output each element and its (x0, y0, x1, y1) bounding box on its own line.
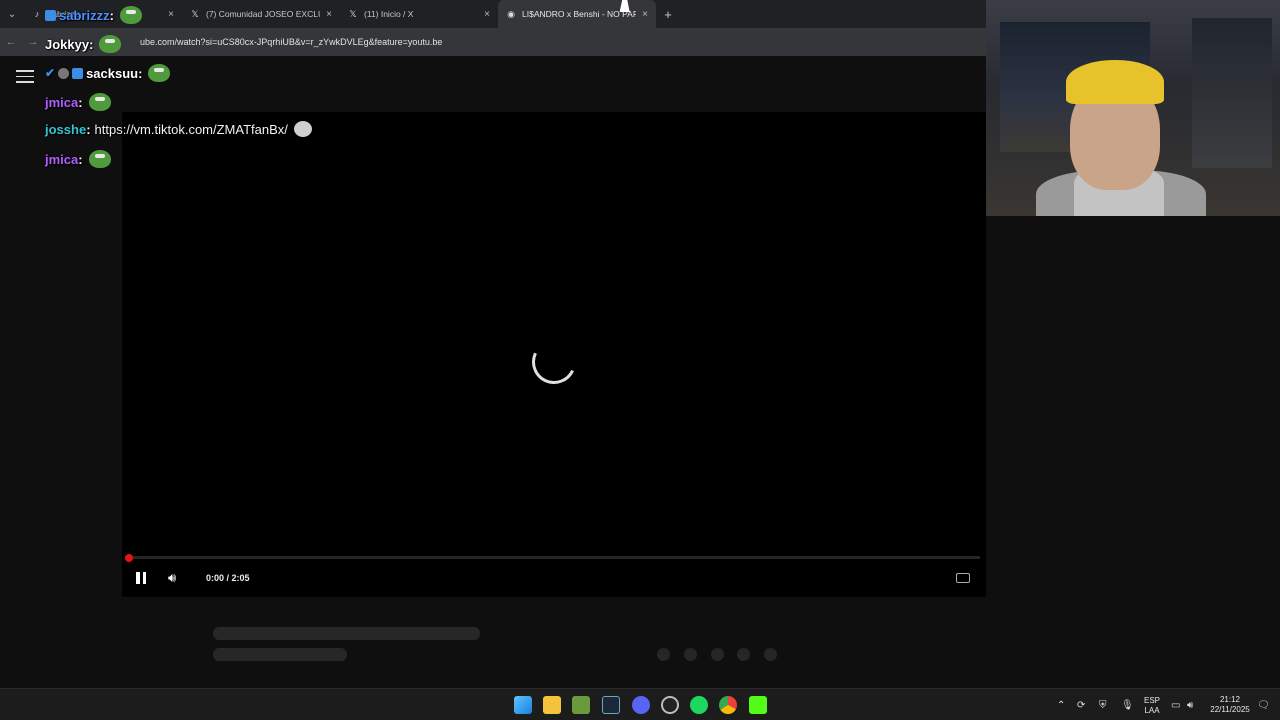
title-skeleton (213, 627, 480, 640)
pepe-emote-icon (119, 6, 142, 24)
x-logo-icon: 𝕏 (191, 9, 199, 19)
network-icon[interactable]: ▭ (1171, 689, 1180, 720)
chat-separator: : (109, 7, 114, 23)
sync-icon[interactable]: ⟳ (1077, 689, 1085, 720)
back-arrow-icon[interactable]: ← (0, 36, 22, 48)
volume-icon[interactable]: 🔊︎ (168, 568, 176, 588)
subtitle-skeleton (213, 648, 347, 661)
pepe-emote-icon (99, 35, 122, 53)
progress-bar[interactable] (128, 556, 980, 559)
window-background (1192, 18, 1272, 168)
chat-separator: : (89, 36, 94, 52)
tab-close-icon[interactable]: × (168, 9, 174, 20)
chat-message: jmica : (45, 93, 111, 111)
pepe-emote-icon (88, 150, 111, 168)
chat-message: ✔ sacksuu : (45, 64, 171, 82)
badge-icon (58, 67, 70, 79)
tab-comunidad-joseo[interactable]: 𝕏 (7) Comunidad JOSEO EXCLUSI × (182, 0, 340, 28)
chat-username: jmica (45, 94, 79, 110)
pepe-emote-icon (148, 64, 171, 82)
tab-youtube-active[interactable]: ◉ LI$ANDRO x Benshi - NO PARO × (498, 0, 656, 28)
action-skeleton (711, 648, 724, 661)
keyboard-layout: LAA (1144, 706, 1160, 715)
chat-username: jmica (45, 151, 79, 167)
empty-area (986, 216, 1280, 688)
chat-username: Jokkyy (45, 36, 90, 52)
file-explorer-icon[interactable] (543, 696, 561, 714)
steam-icon[interactable] (602, 696, 620, 714)
chat-separator: : (86, 121, 91, 137)
microphone-icon[interactable]: 🎙︎ (1121, 689, 1134, 720)
subtitles-icon[interactable] (956, 573, 970, 583)
tab-close-icon[interactable]: × (484, 9, 490, 20)
spotify-icon[interactable] (690, 696, 708, 714)
pepe-emote-icon (88, 93, 111, 111)
action-skeleton (684, 648, 697, 661)
tab-close-icon[interactable]: × (642, 9, 648, 20)
defender-icon[interactable]: ⛨ (1099, 689, 1107, 720)
pause-button[interactable] (136, 568, 150, 588)
chat-message-text[interactable]: https://vm.tiktok.com/ZMATfanBx/ (95, 122, 288, 137)
tab-search-chevron-icon[interactable]: ⌄ (0, 0, 24, 28)
chat-message: sabrizzz : (45, 6, 142, 24)
video-player[interactable]: 🔊︎ 0:00 / 2:05 (122, 112, 986, 597)
windows-taskbar: ⌃ ⟳ ⛨ 🎙︎ ESP LAA ▭ 🔊︎ 21:12 22/11/2025 🗨… (0, 688, 1280, 720)
minecraft-icon[interactable] (572, 696, 590, 714)
chat-username: josshe (45, 121, 87, 137)
browser-tab-strip: ⌄ ♪ sabrizzz × 𝕏 (7) Comunidad JOSEO EXC… (0, 0, 986, 28)
chat-separator: : (138, 65, 143, 81)
hamburger-menu-icon[interactable] (16, 70, 34, 87)
action-skeleton (657, 648, 670, 661)
webcam-overlay (986, 0, 1280, 216)
obs-icon[interactable] (661, 696, 679, 714)
notification-icon[interactable]: 🗨︎ (1257, 689, 1270, 720)
action-skeleton (737, 648, 750, 661)
chat-username: sacksuu (86, 65, 139, 81)
tiktok-icon: ♪ (34, 9, 40, 19)
forward-arrow-icon[interactable]: → (22, 36, 44, 48)
clock[interactable]: 21:12 22/11/2025 (1206, 695, 1254, 715)
language-code: ESP (1143, 696, 1160, 705)
verified-badge-icon: ✔ (45, 66, 56, 80)
chat-separator: : (78, 151, 83, 167)
time-display: 0:00 / 2:05 (206, 573, 250, 583)
x-logo-icon: 𝕏 (349, 9, 357, 19)
windows-start-icon[interactable] (514, 696, 532, 714)
chat-message: josshe : https://vm.tiktok.com/ZMATfanBx… (45, 121, 312, 137)
streamer-hat (1066, 60, 1164, 104)
action-skeleton (764, 648, 777, 661)
tab-close-icon[interactable]: × (326, 9, 332, 20)
new-tab-button[interactable]: + (656, 7, 680, 22)
emote-icon (293, 121, 312, 137)
chrome-icon[interactable] (719, 696, 737, 714)
language-indicator[interactable]: ESP LAA (1142, 696, 1162, 716)
tab-title: (11) Inicio / X (364, 9, 414, 19)
badge-icon (45, 9, 56, 21)
chat-username: sabrizzz (59, 7, 110, 23)
tray-expand-icon[interactable]: ⌃ (1057, 689, 1065, 720)
address-bar-row: ← → ube.com/watch?si=uCS80cx-JPqrhiUB&v=… (0, 28, 986, 56)
tab-inicio-x[interactable]: 𝕏 (11) Inicio / X × (340, 0, 498, 28)
loading-spinner-icon (525, 333, 583, 391)
youtube-icon: ◉ (507, 9, 515, 19)
clock-time: 21:12 (1219, 695, 1241, 704)
progress-scrubber[interactable] (125, 554, 133, 562)
chat-separator: : (78, 94, 83, 110)
chat-message: Jokkyy : (45, 35, 122, 53)
desktop-screen: ⌄ ♪ sabrizzz × 𝕏 (7) Comunidad JOSEO EXC… (0, 0, 1280, 720)
chat-message: jmica : (45, 150, 111, 168)
speaker-icon[interactable]: 🔊︎ (1187, 689, 1193, 720)
clock-date: 22/11/2025 (1210, 705, 1250, 714)
badge-icon (72, 67, 84, 79)
url-field[interactable]: ube.com/watch?si=uCS80cx-JPqrhiUB&v=r_zY… (140, 37, 442, 47)
tab-title: (7) Comunidad JOSEO EXCLUSI (206, 9, 321, 19)
discord-icon[interactable] (632, 696, 650, 714)
kick-icon[interactable] (749, 696, 767, 714)
